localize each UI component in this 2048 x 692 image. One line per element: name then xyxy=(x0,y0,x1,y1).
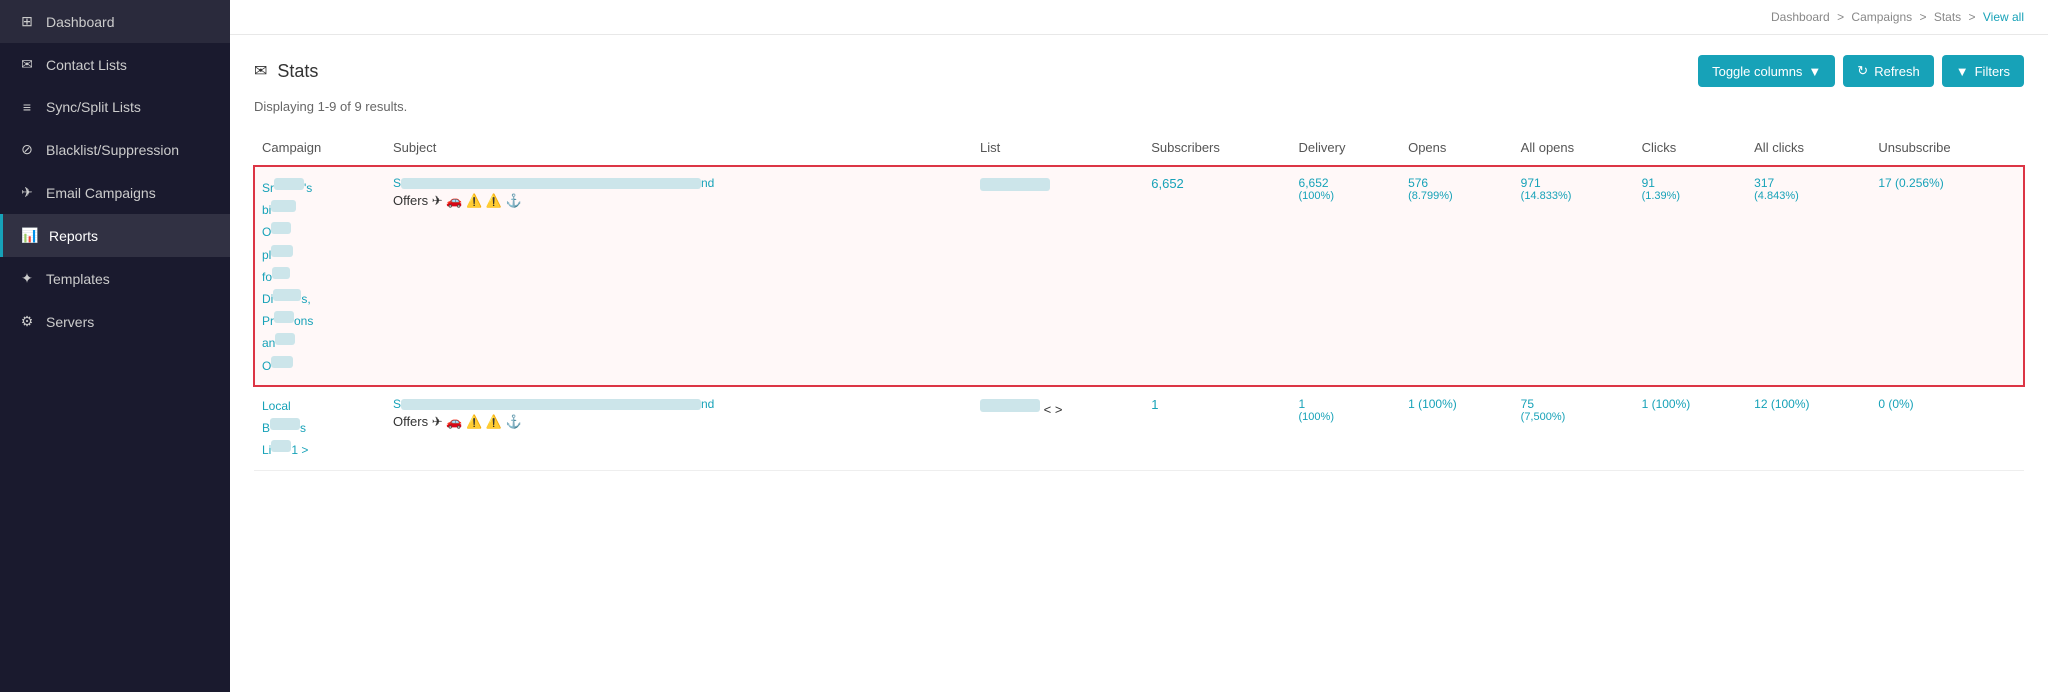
filter-icon: ▼ xyxy=(1956,64,1969,79)
all-clicks-cell: 317 (4.843%) xyxy=(1746,166,1870,387)
refresh-icon: ↻ xyxy=(1857,63,1868,79)
breadcrumb-dashboard[interactable]: Dashboard xyxy=(1771,10,1830,24)
col-delivery: Delivery xyxy=(1291,130,1401,166)
col-campaign: Campaign xyxy=(254,130,385,166)
campaign-name: Sr's bi O pl fo Dis, Prons an O xyxy=(262,176,377,376)
templates-icon: ✦ xyxy=(18,270,36,287)
all-opens-cell: 971 (14.833%) xyxy=(1513,166,1634,387)
breadcrumb-sep-2: > xyxy=(1919,10,1929,24)
refresh-button[interactable]: ↻ Refresh xyxy=(1843,55,1933,87)
opens-cell: 576 (8.799%) xyxy=(1400,166,1513,387)
page-header: ✉ Stats Toggle columns ▼ ↻ Refresh ▼ Fil… xyxy=(254,55,2024,87)
sidebar-item-blacklist[interactable]: ⊘ Blacklist/Suppression xyxy=(0,128,230,171)
dashboard-icon: ⊞ xyxy=(18,13,36,30)
delivery-cell: 1 (100%) xyxy=(1291,386,1401,471)
col-list: List xyxy=(972,130,1143,166)
filters-button[interactable]: ▼ Filters xyxy=(1942,55,2024,87)
breadcrumb-sep-1: > xyxy=(1837,10,1847,24)
content-area: ✉ Stats Toggle columns ▼ ↻ Refresh ▼ Fil… xyxy=(230,35,2048,692)
reports-icon: 📊 xyxy=(21,227,39,244)
stats-table: Campaign Subject List Subscribers Delive… xyxy=(254,130,2024,471)
page-title: ✉ Stats xyxy=(254,61,318,82)
clicks-cell: 1 (100%) xyxy=(1634,386,1747,471)
col-unsubscribe: Unsubscribe xyxy=(1870,130,2024,166)
blacklist-icon: ⊘ xyxy=(18,141,36,158)
breadcrumb-sep-3: > xyxy=(1969,10,1979,24)
subject-text: Snd xyxy=(393,397,964,412)
opens-cell: 1 (100%) xyxy=(1400,386,1513,471)
subject-text: Snd xyxy=(393,176,964,191)
contact-lists-icon: ✉ xyxy=(18,56,36,73)
table-header-row: Campaign Subject List Subscribers Delive… xyxy=(254,130,2024,166)
table-row: Local Bs Li1 > Snd Offers ✈ 🚗 ⚠️ ⚠️ ⚓ xyxy=(254,386,2024,471)
clicks-cell: 91 (1.39%) xyxy=(1634,166,1747,387)
sidebar-item-servers[interactable]: ⚙ Servers xyxy=(0,300,230,343)
header-actions: Toggle columns ▼ ↻ Refresh ▼ Filters xyxy=(1698,55,2024,87)
col-subscribers: Subscribers xyxy=(1143,130,1290,166)
sidebar-item-templates[interactable]: ✦ Templates xyxy=(0,257,230,300)
breadcrumb-campaigns[interactable]: Campaigns xyxy=(1851,10,1912,24)
subscribers-cell: 1 xyxy=(1143,386,1290,471)
col-all-opens: All opens xyxy=(1513,130,1634,166)
all-opens-cell: 75 (7,500%) xyxy=(1513,386,1634,471)
servers-icon: ⚙ xyxy=(18,313,36,330)
sidebar-item-reports[interactable]: 📊 Reports xyxy=(0,214,230,257)
subject-emojis: Offers ✈ 🚗 ⚠️ ⚠️ ⚓ xyxy=(393,414,964,430)
all-clicks-cell: 12 (100%) xyxy=(1746,386,1870,471)
sidebar-item-email-campaigns[interactable]: ✈ Email Campaigns xyxy=(0,171,230,214)
breadcrumb: Dashboard > Campaigns > Stats > View all xyxy=(230,0,2048,35)
sidebar: ⊞ Dashboard ✉ Contact Lists ≡ Sync/Split… xyxy=(0,0,230,692)
displaying-count: Displaying 1-9 of 9 results. xyxy=(254,99,2024,114)
col-clicks: Clicks xyxy=(1634,130,1747,166)
delivery-cell: 6,652 (100%) xyxy=(1291,166,1401,387)
col-all-clicks: All clicks xyxy=(1746,130,1870,166)
breadcrumb-viewall[interactable]: View all xyxy=(1983,10,2024,24)
list-cell xyxy=(972,166,1143,387)
campaign-cell[interactable]: Local Bs Li1 > xyxy=(254,386,385,471)
subject-cell: Snd Offers ✈ 🚗 ⚠️ ⚠️ ⚓ xyxy=(385,166,972,387)
campaign-cell[interactable]: Sr's bi O pl fo Dis, Prons an O xyxy=(254,166,385,387)
sync-icon: ≡ xyxy=(18,99,36,115)
subject-emojis: Offers ✈ 🚗 ⚠️ ⚠️ ⚓ xyxy=(393,193,964,209)
breadcrumb-stats[interactable]: Stats xyxy=(1934,10,1961,24)
subject-cell: Snd Offers ✈ 🚗 ⚠️ ⚠️ ⚓ xyxy=(385,386,972,471)
subscribers-cell: 6,652 xyxy=(1143,166,1290,387)
toggle-columns-chevron-icon: ▼ xyxy=(1808,64,1821,79)
campaigns-icon: ✈ xyxy=(18,184,36,201)
unsubscribe-cell: 17 (0.256%) xyxy=(1870,166,2024,387)
col-subject: Subject xyxy=(385,130,972,166)
main-area: Dashboard > Campaigns > Stats > View all… xyxy=(230,0,2048,692)
sidebar-item-contact-lists[interactable]: ✉ Contact Lists xyxy=(0,43,230,86)
sidebar-item-sync-split[interactable]: ≡ Sync/Split Lists xyxy=(0,86,230,128)
toggle-columns-button[interactable]: Toggle columns ▼ xyxy=(1698,55,1835,87)
table-row: Sr's bi O pl fo Dis, Prons an O xyxy=(254,166,2024,387)
campaign-name: Local Bs Li1 > xyxy=(262,397,377,461)
stats-envelope-icon: ✉ xyxy=(254,61,267,81)
list-cell: < > xyxy=(972,386,1143,471)
sidebar-item-dashboard[interactable]: ⊞ Dashboard xyxy=(0,0,230,43)
col-opens: Opens xyxy=(1400,130,1513,166)
unsubscribe-cell: 0 (0%) xyxy=(1870,386,2024,471)
